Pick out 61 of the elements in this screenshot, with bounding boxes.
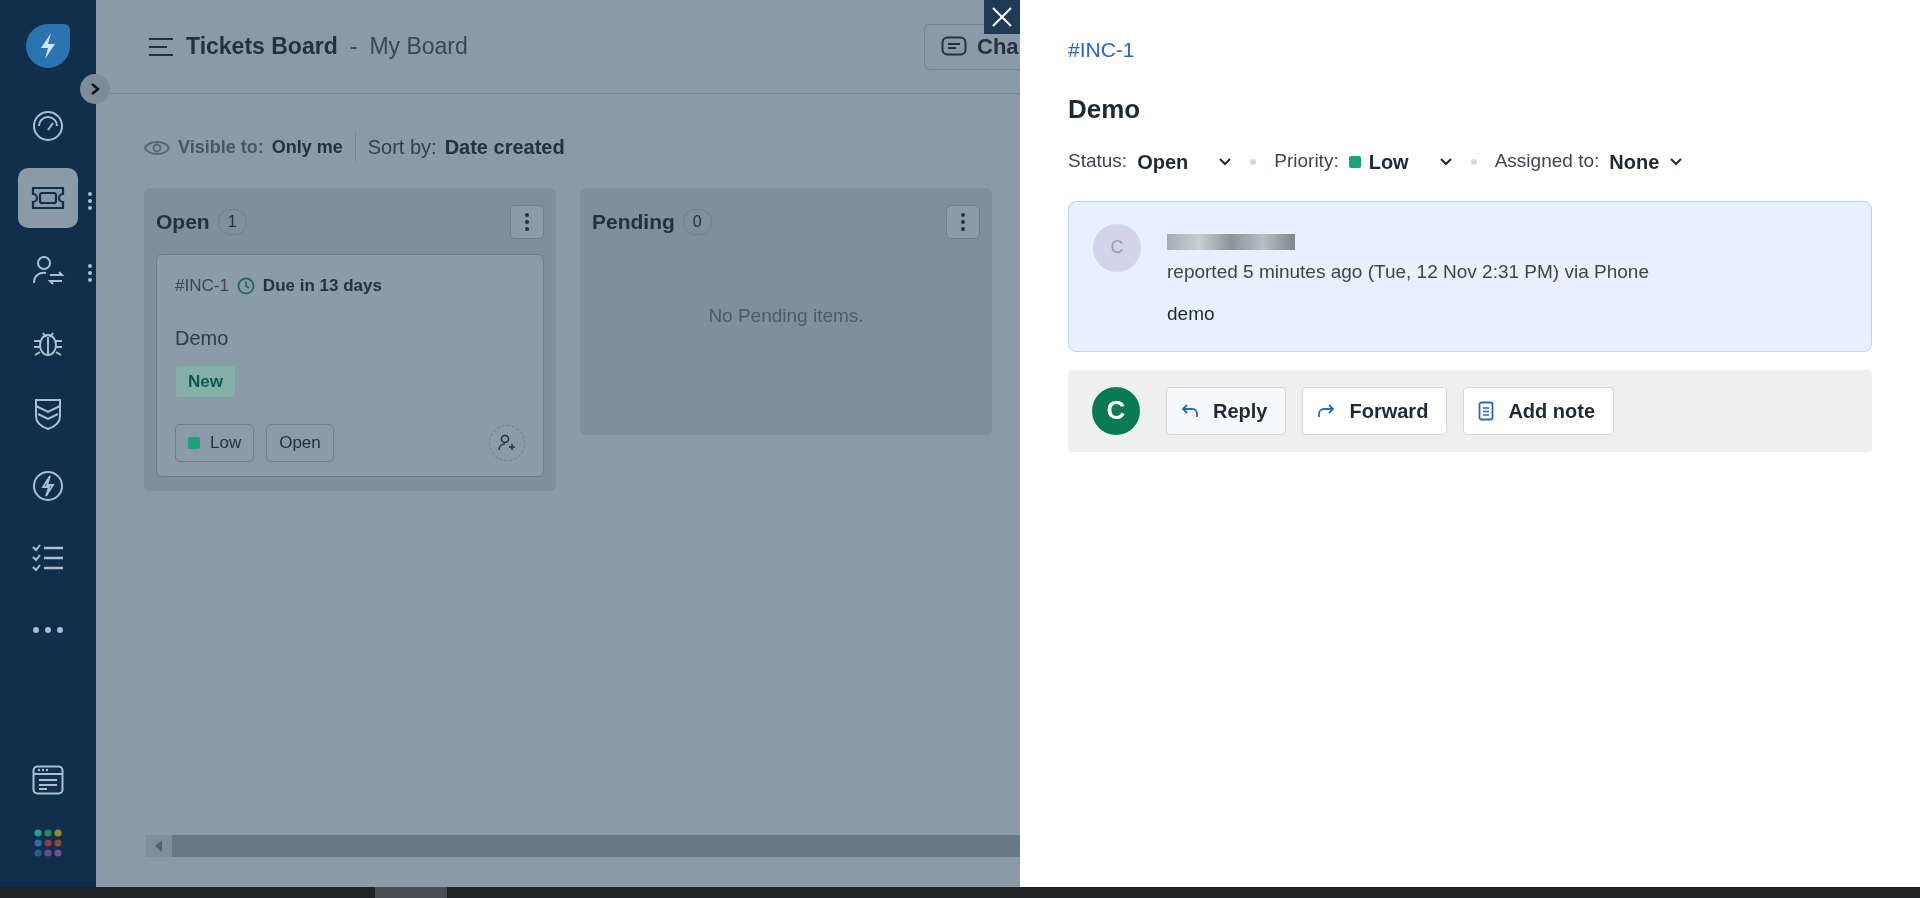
shield-icon (33, 397, 63, 431)
field-dropdown[interactable]: Low (1348, 146, 1453, 177)
avatar: C (1093, 223, 1141, 272)
chevron-icon (89, 82, 101, 96)
note-icon (1478, 400, 1495, 421)
ticket-id: #INC-1 (175, 275, 229, 297)
status-button[interactable]: Open (266, 424, 334, 462)
user-swap-icon (31, 253, 65, 287)
composer-button[interactable]: Add note (1463, 386, 1615, 435)
message-body: demo (1167, 302, 1216, 326)
ticket-icon (31, 185, 65, 211)
status-tag: New (175, 364, 236, 398)
add-person-icon (497, 432, 517, 453)
column-menu-button[interactable] (510, 205, 544, 239)
field-dropdown[interactable]: Open (1137, 146, 1233, 177)
browser-window-icon[interactable] (32, 765, 64, 795)
close-icon (991, 6, 1013, 28)
ticket-card[interactable]: #INC-1 Due in 13 days Demo New Low Open (156, 254, 544, 477)
sort-label: Sort by: (367, 135, 437, 160)
ticket-title: Demo (175, 325, 230, 351)
horizontal-scrollbar[interactable] (146, 835, 1020, 857)
item-count: 1 (217, 209, 247, 235)
chat-icon (941, 35, 967, 58)
more-icon (32, 626, 64, 634)
column-title: Open (156, 209, 210, 236)
ticket-id-link[interactable]: #INC-1 (1068, 38, 1135, 61)
field-dropdown[interactable]: None (1609, 146, 1684, 177)
clock-icon (236, 276, 255, 295)
checklist-icon (31, 543, 65, 573)
board-title: Tickets Board (186, 32, 338, 62)
reply-arrow-icon (1181, 402, 1199, 419)
column-menu-button[interactable] (946, 205, 980, 239)
item-count: 0 (682, 209, 712, 235)
kebab-icon (961, 213, 965, 231)
visibility-value[interactable]: Only me (271, 133, 343, 161)
title-separator: - (349, 32, 358, 62)
column-title: Pending (592, 209, 675, 236)
visibility-label: Visible to: (178, 135, 264, 159)
logo-icon[interactable] (24, 22, 72, 70)
sort-value[interactable]: Date created (444, 132, 565, 162)
composer-button[interactable]: Reply (1166, 386, 1287, 435)
avatar: C (1092, 386, 1140, 435)
field-label: Status: (1068, 149, 1128, 174)
board-name: My Board (369, 32, 468, 62)
caret-icon (1218, 156, 1233, 167)
priority-button[interactable]: Low (175, 424, 255, 462)
forward-arrow-icon (1317, 402, 1336, 419)
due-date: Due in 13 days (262, 275, 382, 297)
composer-button[interactable]: Forward (1302, 386, 1448, 435)
bolt-icon (31, 469, 65, 503)
field-label: Assigned to: (1494, 149, 1600, 174)
message-meta: reported 5 minutes ago (Tue, 12 Nov 2:31 PM) via Phone (1167, 259, 1649, 284)
caret-icon (1669, 156, 1684, 167)
ticket-title: Demo (1068, 92, 1142, 126)
gauge-icon (31, 109, 65, 143)
kebab-icon (525, 213, 529, 231)
caret-icon (1438, 156, 1453, 167)
close-button[interactable] (984, 0, 1020, 34)
expand-button[interactable] (80, 74, 110, 104)
field-label: Priority: (1274, 149, 1339, 174)
apps-grid-icon[interactable] (34, 829, 62, 857)
